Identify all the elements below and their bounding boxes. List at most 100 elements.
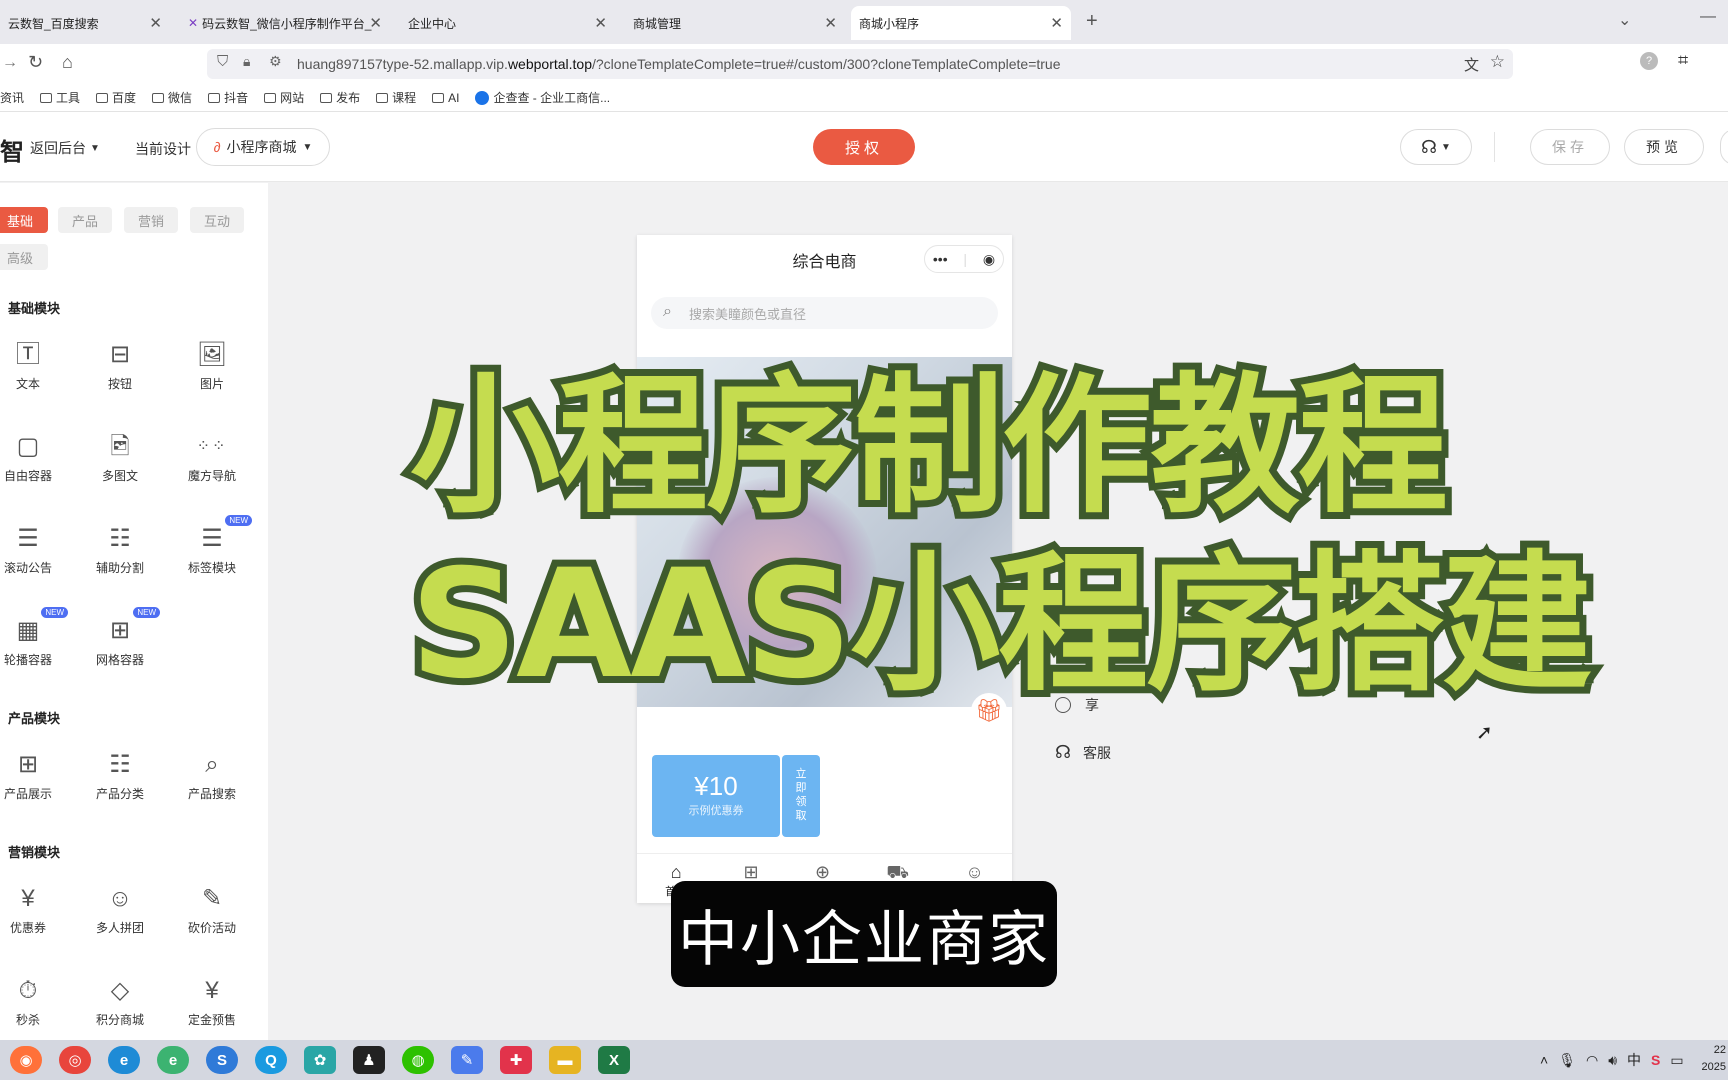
component-carousel[interactable]: NEW ▦ 轮播容器: [0, 607, 68, 687]
home-icon[interactable]: ⌂: [62, 52, 73, 73]
tab-marketing[interactable]: 营销: [124, 207, 178, 233]
sogou-input-icon[interactable]: S: [1651, 1052, 1660, 1068]
browser-tab[interactable]: ✕ 码云数智_微信小程序制作平台_ ✕: [180, 6, 390, 40]
component-divider[interactable]: ☷ 辅助分割: [82, 525, 158, 595]
clock[interactable]: 22 2025: [1696, 1042, 1726, 1076]
browser-tab[interactable]: 商城管理 ✕: [625, 6, 845, 40]
more-button[interactable]: [1720, 129, 1728, 165]
wifi-icon[interactable]: ◠: [1586, 1052, 1598, 1069]
close-icon[interactable]: ✕: [594, 14, 607, 32]
microphone-icon[interactable]: 🎙︎: [1558, 1052, 1576, 1069]
bookmark-label: 抖音: [224, 91, 249, 105]
qq-icon[interactable]: ♟: [353, 1046, 385, 1074]
bookmark-item[interactable]: 资讯: [0, 89, 24, 106]
component-coupon[interactable]: ¥ 优惠券: [0, 885, 66, 955]
close-icon[interactable]: ✕: [1050, 14, 1063, 32]
wechat-icon[interactable]: ◍: [402, 1046, 434, 1074]
feishu-icon[interactable]: ✎: [451, 1046, 483, 1074]
volume-icon[interactable]: 🔊︎: [1608, 1052, 1617, 1069]
bookmark-item[interactable]: 抖音: [208, 89, 248, 106]
search-icon: ⌕: [663, 303, 672, 320]
tab-basic[interactable]: 基础: [0, 207, 48, 233]
close-icon[interactable]: ✕: [149, 14, 162, 32]
settings-gear-icon[interactable]: ✿: [304, 1046, 336, 1074]
crop-icon[interactable]: ⌗: [1678, 50, 1688, 71]
component-text[interactable]: 🅃 文本: [0, 341, 66, 411]
edge-icon[interactable]: e: [108, 1046, 140, 1074]
component-group-buy[interactable]: ☺ 多人拼团: [82, 885, 158, 955]
bookmark-item[interactable]: 百度: [96, 89, 136, 106]
tab-product[interactable]: 产品: [58, 207, 112, 233]
coupon-claim-button[interactable]: 立即领取: [782, 755, 820, 837]
component-product-category[interactable]: ☷ 产品分类: [82, 751, 158, 821]
mini-program-capsule[interactable]: ••• | ◉: [924, 245, 1004, 273]
tray-chevron-up-icon[interactable]: ˄: [1540, 1052, 1548, 1068]
save-button[interactable]: 保存: [1530, 129, 1610, 165]
component-cube-nav[interactable]: ⁘⁘ 魔方导航: [174, 433, 250, 503]
component-bargain[interactable]: ✎ 砍价活动: [174, 885, 250, 955]
side-menu-service[interactable]: ☊ 客服: [1055, 742, 1111, 763]
bookmark-item[interactable]: AI: [432, 91, 459, 105]
component-label: 标签模块: [187, 561, 236, 575]
bookmark-item[interactable]: 课程: [376, 89, 416, 106]
close-icon[interactable]: ✕: [369, 14, 382, 32]
component-product-search[interactable]: ⌕ 产品搜索: [174, 751, 250, 821]
component-product-display[interactable]: ⊞ 产品展示: [0, 751, 66, 821]
coupon-card[interactable]: ¥10 示例优惠券: [652, 755, 780, 837]
component-points-mall[interactable]: ◇ 积分商城: [82, 977, 158, 1047]
bookmark-item[interactable]: 网站: [264, 89, 304, 106]
minimize-icon[interactable]: —: [1700, 8, 1716, 26]
home-icon: ⌂: [670, 862, 682, 882]
reload-icon[interactable]: ↻: [28, 52, 43, 73]
help-icon[interactable]: ?: [1640, 52, 1658, 70]
component-image[interactable]: 🖼︎ 图片: [174, 341, 250, 411]
translate-icon[interactable]: 文: [1464, 54, 1479, 75]
new-tab-icon[interactable]: +: [1086, 10, 1098, 33]
bookmark-label: 资讯: [0, 91, 25, 105]
component-presale[interactable]: ¥ 定金预售: [174, 977, 250, 1047]
bookmark-item[interactable]: 企查查 - 企业工商信...: [475, 89, 610, 106]
bookmark-item[interactable]: 发布: [320, 89, 360, 106]
component-scroll-notice[interactable]: ☰ 滚动公告: [0, 525, 66, 595]
more-dots-icon[interactable]: •••: [933, 251, 948, 267]
qq-browser-icon[interactable]: Q: [255, 1046, 287, 1074]
shield-icon[interactable]: ⛉: [217, 53, 228, 70]
bookmark-item[interactable]: 微信: [152, 89, 192, 106]
preview-button[interactable]: 预览: [1624, 129, 1704, 165]
url-field[interactable]: ⛉ 🔒︎ ⚙ huang897157type-52.mallapp.vip. we…: [207, 49, 1513, 79]
bookmark-item[interactable]: 工具: [40, 89, 80, 106]
component-free-container[interactable]: ▢ 自由容器: [0, 433, 66, 503]
excel-icon[interactable]: X: [598, 1046, 630, 1074]
bookmark-star-icon[interactable]: ☆: [1490, 52, 1505, 72]
notification-icon[interactable]: ▭: [1670, 1052, 1683, 1069]
file-explorer-icon[interactable]: ▬: [549, 1046, 581, 1074]
sogou-browser-icon[interactable]: S: [206, 1046, 238, 1074]
close-target-icon[interactable]: ◉: [983, 251, 995, 268]
capture-app-icon[interactable]: ✚: [500, 1046, 532, 1074]
browser-tab[interactable]: 云数智_百度搜索 ✕: [0, 6, 170, 40]
tab-interaction[interactable]: 互动: [190, 207, 244, 233]
tab-advanced[interactable]: 高级: [0, 244, 48, 270]
tab-list-chevron-icon[interactable]: ⌄: [1618, 10, 1631, 30]
support-dropdown[interactable]: ☊ ▼: [1400, 129, 1472, 165]
site-settings-icon[interactable]: ⚙: [269, 53, 282, 70]
phone-search-input[interactable]: ⌕ 搜索美瞳颜色或直径: [651, 297, 998, 329]
component-grid-container[interactable]: NEW ⊞ 网格容器: [82, 607, 160, 687]
component-multi-image[interactable]: 🖻 多图文: [82, 433, 158, 503]
close-icon[interactable]: ✕: [824, 14, 837, 32]
firefox-icon[interactable]: ◉: [10, 1046, 42, 1074]
back-to-admin[interactable]: 返回后台 ▼: [30, 138, 100, 158]
browser-360-icon[interactable]: e: [157, 1046, 189, 1074]
browser-tab[interactable]: 企业中心 ✕: [400, 6, 615, 40]
lock-icon[interactable]: 🔒︎: [243, 53, 250, 70]
component-flash-sale[interactable]: ⏱ 秒杀: [0, 977, 66, 1047]
component-label: 魔方导航: [187, 469, 236, 483]
component-tags[interactable]: NEW ☰ 标签模块: [174, 515, 252, 595]
design-select[interactable]: ∂ 小程序商城 ▼: [196, 128, 330, 166]
forward-icon[interactable]: →: [2, 54, 18, 72]
chrome-icon[interactable]: ◎: [59, 1046, 91, 1074]
ime-indicator[interactable]: 中: [1627, 1050, 1641, 1070]
authorize-button[interactable]: 授权: [813, 129, 915, 165]
browser-tab-active[interactable]: 商城小程序 ✕: [851, 6, 1071, 40]
component-button[interactable]: ⊟ 按钮: [82, 341, 158, 411]
